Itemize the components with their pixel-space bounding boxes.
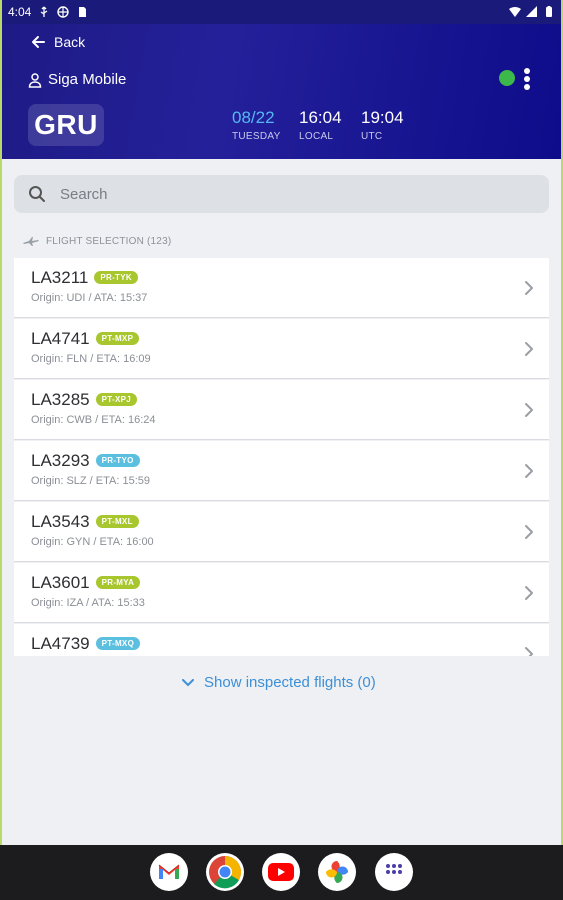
chrome-icon[interactable] xyxy=(206,853,244,891)
flight-origin-info: Origin: GYN / ETA: 16:00 xyxy=(31,536,154,548)
gmail-icon[interactable] xyxy=(150,853,188,891)
aircraft-registration-badge: PT-XPJ xyxy=(95,393,137,406)
weekday-label: TUESDAY xyxy=(232,131,281,142)
flight-code-text: LA3285 xyxy=(31,390,90,409)
chevron-right-icon xyxy=(525,647,533,656)
flight-list-item[interactable]: LA3601 PR-MYA Origin: IZA / ATA: 15:33 xyxy=(14,563,549,623)
flight-code: LA3543 PT-MXL xyxy=(31,512,139,532)
chevron-right-icon xyxy=(525,586,533,600)
usb-icon xyxy=(40,6,48,17)
status-time: 4:04 xyxy=(8,5,32,19)
flight-origin-info: Origin: SLZ / ETA: 15:59 xyxy=(31,475,151,487)
vpn-globe-icon xyxy=(57,6,70,18)
search-icon xyxy=(29,186,45,202)
chevron-right-icon xyxy=(525,403,533,417)
flight-code: LA3601 PR-MYA xyxy=(31,573,141,593)
flight-list-item[interactable]: LA4739 PT-MXQ xyxy=(14,624,549,656)
flight-origin-info: Origin: FLN / ETA: 16:09 xyxy=(31,353,151,365)
aircraft-registration-badge: PR-MYA xyxy=(95,576,141,589)
flight-list-item[interactable]: LA3543 PT-MXL Origin: GYN / ETA: 16:00 xyxy=(14,502,549,562)
current-date: 08/22 xyxy=(232,108,275,127)
aircraft-registration-badge: PR-TYO xyxy=(95,454,140,467)
flight-origin-info: Origin: CWB / ETA: 16:24 xyxy=(31,414,156,426)
sim-card-icon xyxy=(79,7,87,17)
user-name: Siga Mobile xyxy=(48,71,127,88)
utc-time-block: 19:04 UTC xyxy=(361,108,404,142)
user-icon xyxy=(28,72,42,88)
battery-icon xyxy=(546,6,552,17)
app-frame: 4:04 Back Siga Mobile GRU 08/22 TUESDAY xyxy=(2,0,561,845)
utc-label: UTC xyxy=(361,131,383,142)
airport-code-badge: GRU xyxy=(28,104,104,146)
utc-time: 19:04 xyxy=(361,108,404,127)
flight-code-text: LA3293 xyxy=(31,451,90,470)
header: Back Siga Mobile GRU 08/22 TUESDAY 16:04… xyxy=(2,24,561,159)
aircraft-registration-badge: PT-MXL xyxy=(95,515,139,528)
flight-code-text: LA4741 xyxy=(31,329,90,348)
arrow-left-icon xyxy=(32,36,45,48)
more-options-icon[interactable] xyxy=(520,66,534,92)
flight-origin-info: Origin: UDI / ATA: 15:37 xyxy=(31,292,148,304)
flight-code: LA3211 PR-TYK xyxy=(31,268,138,288)
flight-code-text: LA3543 xyxy=(31,512,90,531)
youtube-icon[interactable] xyxy=(262,853,300,891)
flight-code-text: LA3601 xyxy=(31,573,90,592)
photos-icon[interactable] xyxy=(318,853,356,891)
flight-selection-header: FLIGHT SELECTION (123) xyxy=(22,236,171,247)
chevron-right-icon xyxy=(525,525,533,539)
back-button[interactable]: Back xyxy=(30,34,85,50)
flight-list-item[interactable]: LA4741 PT-MXP Origin: FLN / ETA: 16:09 xyxy=(14,319,549,379)
show-inspected-label: Show inspected flights (0) xyxy=(204,674,376,691)
local-label: LOCAL xyxy=(299,131,334,142)
back-label: Back xyxy=(54,34,86,50)
flight-selection-label: FLIGHT SELECTION (123) xyxy=(46,236,172,247)
chevron-down-icon xyxy=(182,678,194,686)
local-time-block: 16:04 LOCAL xyxy=(299,108,342,142)
flight-code: LA4739 PT-MXQ xyxy=(31,634,141,654)
app-dock xyxy=(0,845,563,900)
flight-list-item[interactable]: LA3285 PT-XPJ Origin: CWB / ETA: 16:24 xyxy=(14,380,549,440)
status-bar: 4:04 xyxy=(2,0,561,24)
flight-code-text: LA4739 xyxy=(31,634,90,653)
user-row: Siga Mobile xyxy=(28,71,126,88)
signal-icon xyxy=(526,6,537,17)
flight-origin-info: Origin: IZA / ATA: 15:33 xyxy=(31,597,145,609)
online-status-indicator xyxy=(499,70,515,86)
local-time: 16:04 xyxy=(299,108,342,127)
airplane-icon xyxy=(23,236,39,246)
flight-list-item[interactable]: LA3293 PR-TYO Origin: SLZ / ETA: 15:59 xyxy=(14,441,549,501)
flight-code-text: LA3211 xyxy=(31,268,89,287)
show-inspected-flights-button[interactable]: Show inspected flights (0) xyxy=(182,674,376,691)
aircraft-registration-badge: PR-TYK xyxy=(94,271,138,284)
search-bar[interactable] xyxy=(14,175,549,213)
flight-list-item[interactable]: LA3211 PR-TYK Origin: UDI / ATA: 15:37 xyxy=(14,258,549,318)
aircraft-registration-badge: PT-MXQ xyxy=(95,637,141,650)
app-drawer-icon[interactable] xyxy=(375,853,413,891)
wifi-icon xyxy=(509,7,521,17)
date-block: 08/22 TUESDAY xyxy=(232,108,281,142)
aircraft-registration-badge: PT-MXP xyxy=(95,332,140,345)
flight-code: LA4741 PT-MXP xyxy=(31,329,140,349)
chevron-right-icon xyxy=(525,281,533,295)
flight-list: LA3211 PR-TYK Origin: UDI / ATA: 15:37 LA47… xyxy=(14,258,549,656)
flight-code: LA3293 PR-TYO xyxy=(31,451,140,471)
chevron-right-icon xyxy=(525,464,533,478)
chevron-right-icon xyxy=(525,342,533,356)
search-input[interactable] xyxy=(60,185,500,203)
flight-code: LA3285 PT-XPJ xyxy=(31,390,137,410)
